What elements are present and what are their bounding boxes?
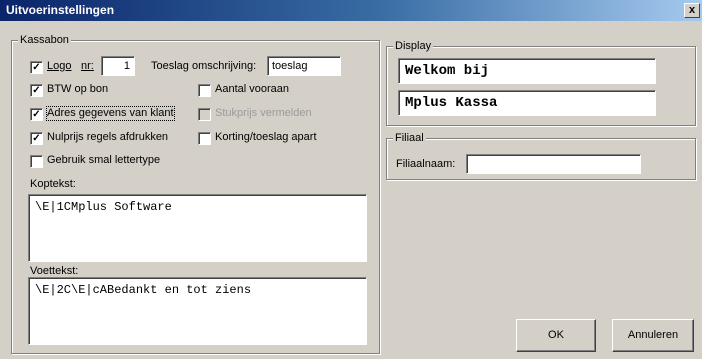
smal-lettertype-checkbox[interactable]	[30, 155, 43, 168]
display-legend: Display	[393, 40, 434, 53]
toeslag-omschrijving-label: Toeslag omschrijving:	[151, 60, 257, 72]
display-line1-field[interactable]: Welkom bij	[398, 58, 656, 84]
stukprijs-vermelden-label: Stukprijs vermelden	[215, 107, 312, 119]
filiaalnaam-field[interactable]	[466, 154, 641, 174]
logo-checkbox[interactable]: ✓	[30, 61, 43, 74]
display-line2-field[interactable]: Mplus Kassa	[398, 90, 656, 116]
toeslag-omschrijving-field[interactable]: toeslag	[267, 56, 341, 76]
aantal-vooraan-label: Aantal vooraan	[215, 83, 289, 95]
korting-toeslag-apart-label: Korting/toeslag apart	[215, 131, 317, 143]
check-icon: ✓	[32, 62, 41, 73]
adres-gegevens-checkbox[interactable]: ✓	[30, 108, 43, 121]
ok-label: OK	[548, 329, 564, 341]
check-icon: ✓	[32, 133, 41, 144]
close-button[interactable]: x	[684, 3, 700, 18]
nulprijs-regels-checkbox[interactable]: ✓	[30, 132, 43, 145]
check-icon: ✓	[32, 85, 41, 96]
adres-gegevens-label: Adres gegevens van klant	[46, 106, 175, 121]
logo-nr-field[interactable]: 1	[101, 56, 135, 76]
btw-op-bon-label: BTW op bon	[47, 83, 109, 95]
btw-op-bon-checkbox[interactable]: ✓	[30, 84, 43, 97]
koptekst-textarea[interactable]: \E|1CMplus Software	[28, 194, 367, 262]
aantal-vooraan-checkbox[interactable]	[198, 84, 211, 97]
dialog-body: Kassabon ✓ Logo nr: 1 Toeslag omschrijvi…	[3, 24, 699, 356]
korting-toeslag-apart-checkbox[interactable]	[198, 132, 211, 145]
check-icon: ✓	[32, 109, 41, 120]
smal-lettertype-label: Gebruik smal lettertype	[47, 154, 161, 166]
nr-label: nr:	[81, 60, 94, 72]
stukprijs-vermelden-checkbox[interactable]	[198, 108, 211, 121]
title-bar: Uitvoerinstellingen x	[0, 0, 702, 21]
window-title: Uitvoerinstellingen	[6, 3, 115, 17]
kassabon-legend: Kassabon	[18, 34, 71, 47]
koptekst-label: Koptekst:	[30, 178, 76, 190]
nulprijs-regels-label: Nulprijs regels afdrukken	[47, 131, 169, 143]
voettekst-textarea[interactable]: \E|2C\E|cABedankt en tot ziens	[28, 277, 367, 345]
logo-label: Logo	[47, 60, 72, 72]
ok-button[interactable]: OK	[516, 319, 596, 352]
annuleren-button[interactable]: Annuleren	[612, 319, 694, 352]
filiaal-legend: Filiaal	[393, 132, 426, 145]
filiaalnaam-label: Filiaalnaam:	[396, 158, 456, 170]
annuleren-label: Annuleren	[627, 329, 679, 341]
close-icon: x	[688, 4, 696, 16]
